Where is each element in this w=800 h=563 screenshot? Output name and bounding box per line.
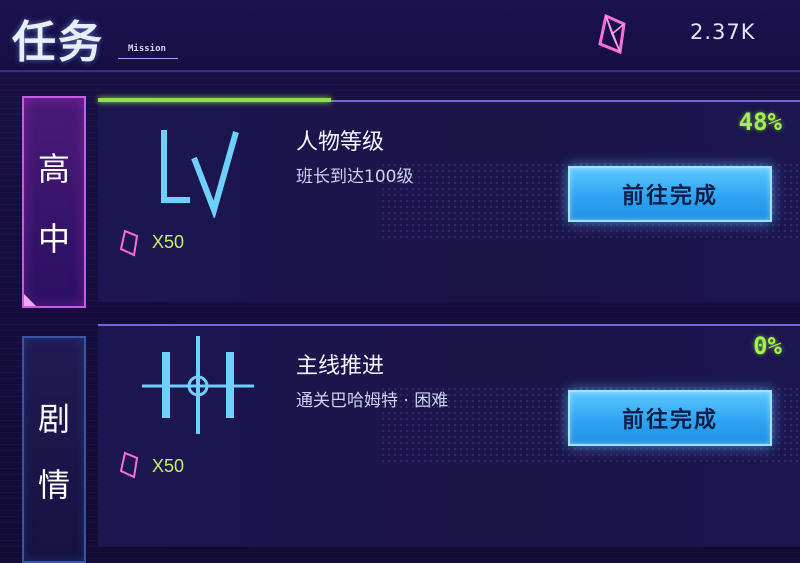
mission-description: 班长到达100级 (296, 167, 414, 187)
progress-bar (98, 322, 800, 326)
go-complete-button[interactable]: 前往完成 (568, 390, 772, 446)
mission-card: 0% 主线推进 通关巴哈姆特 · 困难 X50 前往完成 (98, 324, 800, 546)
level-lv-icon (161, 130, 239, 218)
currency-value: 2.37K (690, 20, 756, 44)
title-underline (118, 58, 178, 59)
reward-amount: X50 (152, 232, 185, 252)
mission-description: 通关巴哈姆特 · 困难 (296, 391, 449, 411)
crystal-icon (119, 451, 139, 479)
category-tab-char: 中 (37, 220, 70, 258)
category-tab-story[interactable]: 剧 情 (22, 336, 86, 563)
main-story-crosshair-icon (142, 336, 254, 434)
tab-corner-notch (24, 294, 36, 306)
page-subtitle: Mission (128, 44, 166, 54)
mission-card: 48% 人物等级 班长到达100级 X50 前往完成 (98, 98, 800, 302)
progress-percent: 48% (738, 108, 782, 136)
category-tab-char: 剧 (37, 400, 70, 438)
category-tab-high-school[interactable]: 高 中 (22, 96, 86, 308)
progress-bar (98, 98, 800, 102)
progress-bar-fill (98, 98, 331, 102)
reward-amount: X50 (152, 456, 185, 476)
crystal-icon (598, 13, 626, 55)
page-title: 任务 (12, 17, 104, 68)
progress-percent: 0% (753, 332, 782, 360)
mission-name: 主线推进 (296, 354, 385, 379)
category-tab-char: 高 (37, 150, 70, 188)
header-bar: 任务 Mission 2.37K (0, 0, 800, 72)
crystal-icon (119, 229, 139, 257)
mission-name: 人物等级 (296, 130, 385, 155)
category-tab-char: 情 (37, 466, 70, 504)
go-complete-button[interactable]: 前往完成 (568, 166, 772, 222)
